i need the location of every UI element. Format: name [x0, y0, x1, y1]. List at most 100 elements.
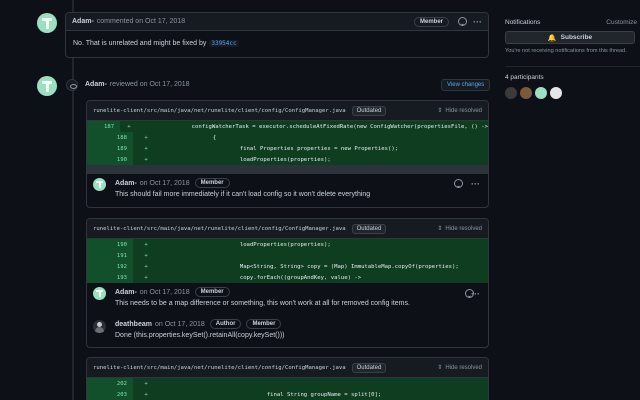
diff-sign: + — [144, 134, 148, 141]
diff-sign: + — [144, 391, 148, 398]
line-number: 202 — [87, 378, 133, 389]
member-badge: Member — [413, 16, 449, 27]
view-changes-button[interactable]: View changes — [441, 79, 491, 91]
avatar[interactable] — [93, 287, 106, 300]
eye-icon — [66, 79, 78, 91]
file-path[interactable]: runelite-client/src/main/java/net/runeli… — [93, 365, 346, 371]
diff-sign: + — [144, 252, 148, 259]
reply-author[interactable]: Adam- — [115, 289, 137, 296]
diff-sign: + — [144, 263, 148, 270]
comment-body: No. That is unrelated and might be fixed… — [66, 31, 488, 56]
participant-avatar[interactable] — [505, 87, 517, 99]
line-number: 193 — [87, 272, 133, 283]
code-text: final Properties properties = new Proper… — [159, 145, 399, 152]
avatar[interactable] — [93, 320, 106, 333]
hide-resolved-toggle[interactable]: ⇕ Hide resolved — [437, 107, 482, 115]
review-action: reviewed on Oct 17, 2018 — [109, 81, 190, 88]
outdated-badge: Outdated — [351, 362, 387, 373]
reply-author[interactable]: deathbeam — [115, 321, 152, 328]
bell-icon: 🔔 — [547, 34, 557, 42]
code-line: 187 + configWatcherTask = executor.schedu… — [87, 121, 488, 132]
code-line: 203 + final String groupName = split[0]; — [87, 389, 488, 400]
code-text: { — [159, 134, 217, 141]
avatar[interactable] — [93, 178, 106, 191]
line-number: 189 — [87, 143, 133, 154]
participant-avatar[interactable] — [520, 87, 532, 99]
diff-sign: + — [144, 241, 148, 248]
avatar[interactable] — [37, 13, 57, 33]
code-line: 190 + loadProperties(properties); — [87, 239, 488, 250]
code-text: loadProperties(properties); — [159, 156, 331, 163]
avatar[interactable] — [37, 76, 57, 96]
code-text: loadProperties(properties); — [159, 241, 331, 248]
more-options-icon[interactable]: ··· — [471, 290, 480, 299]
code-text: copy.forEach((groupAndKey, value) -> — [159, 274, 362, 281]
subscribe-button[interactable]: 🔔 Subscribe — [505, 31, 635, 44]
fold-icon: ⇕ — [437, 108, 443, 114]
reply-date: on Oct 17, 2018 — [139, 179, 190, 187]
code-line: 189 + final Properties properties = new P… — [87, 143, 488, 154]
review-thread: runelite-client/src/main/java/net/runeli… — [86, 357, 489, 400]
diff-sign: + — [144, 380, 148, 387]
reply-text: This needs to be a map difference or som… — [115, 300, 410, 307]
member-badge: Member — [194, 287, 230, 297]
diff-sign: + — [144, 145, 148, 152]
outdated-badge: Outdated — [351, 223, 387, 234]
member-badge: Member — [246, 319, 282, 329]
line-number: 190 — [87, 239, 133, 250]
fold-icon: ⇕ — [437, 226, 443, 232]
participant-avatar[interactable] — [535, 87, 547, 99]
author-badge: Author — [209, 319, 242, 329]
reply-header: Adam- on Oct 17, 2018 Member — [115, 287, 230, 297]
hide-resolved-label: Hide resolved — [445, 225, 482, 232]
line-number: 191 — [87, 250, 133, 261]
line-number: 203 — [87, 389, 133, 400]
outdated-badge: Outdated — [351, 105, 387, 116]
code-line: 202 + — [87, 378, 488, 389]
more-options-icon[interactable]: ··· — [473, 17, 482, 26]
comment-text: No. That is unrelated and might be fixed… — [73, 40, 207, 47]
reply-date: on Oct 17, 2018 — [139, 288, 190, 296]
more-options-icon[interactable]: ··· — [471, 180, 480, 189]
top-comment: Adam- commented on Oct 17, 2018 Member ·… — [65, 12, 489, 58]
review-author[interactable]: Adam- — [85, 81, 107, 88]
line-number: 192 — [87, 261, 133, 272]
code-line: 193 + copy.forEach((groupAndKey, value) -… — [87, 272, 488, 283]
line-number: 190 — [87, 154, 133, 165]
review-header: Adam- reviewed on Oct 17, 2018 — [85, 81, 190, 88]
participant-avatar[interactable] — [550, 87, 562, 99]
reply-date: on Oct 17, 2018 — [154, 320, 205, 328]
participants-label: 4 participants — [505, 74, 544, 81]
diff-sign: + — [144, 274, 148, 281]
hide-resolved-label: Hide resolved — [445, 364, 482, 371]
hide-resolved-toggle[interactable]: ⇕ Hide resolved — [437, 364, 482, 372]
notifications-label: Notifications — [505, 19, 541, 26]
participants-list — [505, 87, 562, 99]
reply-text: Done (this.properties.keySet().retainAll… — [115, 332, 285, 339]
code-line: 188 + { — [87, 132, 488, 143]
code-text: configWatcherTask = executor.scheduleAtF… — [137, 123, 488, 130]
notifications-header: Notifications Customize — [505, 19, 640, 26]
code-line: 190 + loadProperties(properties); — [87, 154, 488, 165]
reply-text: This should fail more immediately if it … — [115, 191, 371, 198]
fold-icon: ⇕ — [437, 365, 443, 371]
comment-author[interactable]: Adam- — [72, 18, 94, 25]
line-number: 187 — [87, 121, 121, 132]
notification-status: You're not receiving notifications from … — [505, 48, 627, 54]
file-header: runelite-client/src/main/java/net/runeli… — [87, 219, 488, 239]
member-badge: Member — [194, 178, 230, 188]
reply-author[interactable]: Adam- — [115, 180, 137, 187]
code-line: 191 + — [87, 250, 488, 261]
commit-link[interactable]: 33954cc — [209, 40, 239, 47]
file-path[interactable]: runelite-client/src/main/java/net/runeli… — [93, 108, 346, 114]
comment-header: Adam- commented on Oct 17, 2018 Member ·… — [66, 13, 488, 31]
hide-resolved-toggle[interactable]: ⇕ Hide resolved — [437, 225, 482, 233]
reply-header: deathbeam on Oct 17, 2018 Author Member — [115, 319, 282, 329]
divider — [505, 66, 640, 67]
customize-link[interactable]: Customize — [606, 19, 637, 26]
reply-header: Adam- on Oct 17, 2018 Member — [115, 178, 230, 188]
emoji-icon[interactable] — [454, 179, 463, 188]
file-path[interactable]: runelite-client/src/main/java/net/runeli… — [93, 226, 346, 232]
hide-resolved-label: Hide resolved — [445, 107, 482, 114]
emoji-icon[interactable] — [458, 17, 467, 26]
